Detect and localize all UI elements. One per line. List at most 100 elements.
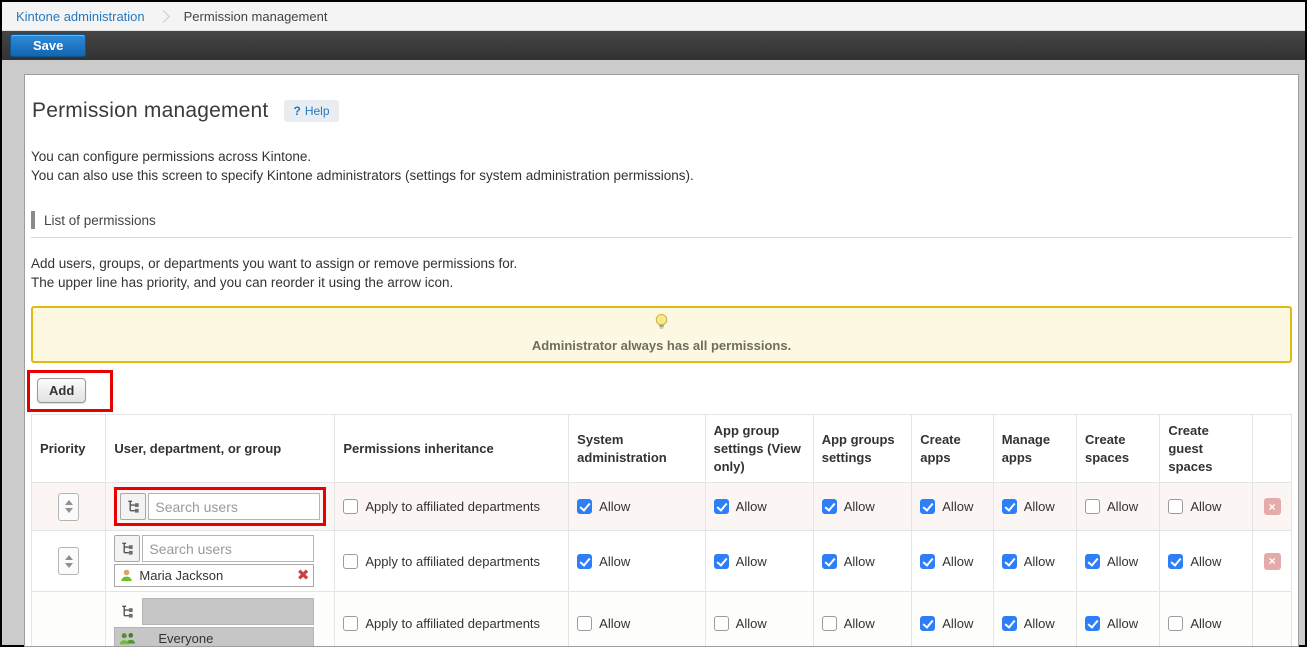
permission-cell: Allow [993, 592, 1076, 647]
permission-cell: Allow [1160, 531, 1253, 592]
priority-cell [32, 531, 106, 592]
allow-checkbox[interactable] [1168, 616, 1183, 631]
priority-cell [32, 592, 106, 647]
allow-checkbox[interactable] [1168, 499, 1183, 514]
allow-label: Allow [1107, 554, 1138, 569]
delete-cell: × [1253, 483, 1292, 531]
allow-checkbox[interactable] [1002, 499, 1017, 514]
instruction-line-2: The upper line has priority, and you can… [31, 273, 1292, 292]
entity-cell [106, 483, 335, 531]
delete-cell: × [1253, 531, 1292, 592]
org-tree-icon[interactable] [120, 493, 146, 520]
help-button[interactable]: ? Help [284, 100, 338, 122]
annotation-red-box-search [114, 487, 326, 526]
entity-cell: Everyone [106, 592, 335, 647]
search-users-input[interactable] [148, 493, 320, 520]
allow-checkbox[interactable] [920, 554, 935, 569]
question-mark-icon: ? [293, 104, 300, 118]
permission-cell: Allow [993, 531, 1076, 592]
allow-label: Allow [942, 499, 973, 514]
inheritance-cell: Apply to affiliated departments [335, 592, 569, 647]
col-app-group-settings-view-only: App group settings (View only) [705, 415, 813, 483]
search-users-input[interactable] [142, 535, 314, 562]
permission-cell: Allow [1077, 592, 1160, 647]
delete-row-button[interactable]: × [1264, 498, 1281, 515]
allow-checkbox[interactable] [577, 499, 592, 514]
apply-affiliated-checkbox[interactable] [343, 499, 358, 514]
apply-affiliated-label: Apply to affiliated departments [365, 554, 540, 569]
allow-checkbox[interactable] [714, 499, 729, 514]
apply-affiliated-checkbox[interactable] [343, 554, 358, 569]
up-down-arrows-icon[interactable] [58, 493, 79, 521]
allow-checkbox[interactable] [714, 616, 729, 631]
permission-cell: Allow [1160, 483, 1253, 531]
allow-label: Allow [599, 554, 630, 569]
permission-cell: Allow [569, 531, 705, 592]
priority-cell [32, 483, 106, 531]
permission-cell: Allow [912, 592, 993, 647]
selected-user-name: Maria Jackson [139, 568, 296, 583]
apply-affiliated-checkbox[interactable] [343, 616, 358, 631]
permissions-table: Priority User, department, or group Perm… [31, 414, 1292, 647]
permission-cell: Allow [569, 592, 705, 647]
org-tree-icon[interactable] [114, 535, 140, 562]
breadcrumb-link-kintone-administration[interactable]: Kintone administration [16, 9, 145, 24]
permission-cell: Allow [813, 592, 912, 647]
allow-label: Allow [844, 499, 875, 514]
table-row: Apply to affiliated departments Allow All… [32, 483, 1292, 531]
allow-label: Allow [942, 616, 973, 631]
add-button[interactable]: Add [37, 378, 86, 403]
allow-checkbox[interactable] [822, 616, 837, 631]
allow-label: Allow [1024, 499, 1055, 514]
allow-label: Allow [736, 499, 767, 514]
col-actions [1253, 415, 1292, 483]
group-avatar-icon [119, 631, 136, 646]
permission-cell: Allow [569, 483, 705, 531]
allow-checkbox[interactable] [920, 616, 935, 631]
col-system-administration: System administration [569, 415, 705, 483]
col-app-groups-settings: App groups settings [813, 415, 912, 483]
allow-checkbox[interactable] [1085, 616, 1100, 631]
allow-label: Allow [942, 554, 973, 569]
allow-checkbox[interactable] [1002, 554, 1017, 569]
help-label: Help [305, 104, 330, 118]
allow-checkbox[interactable] [577, 554, 592, 569]
instructions: Add users, groups, or departments you wa… [31, 254, 1292, 292]
col-create-guest-spaces: Create guest spaces [1160, 415, 1253, 483]
allow-checkbox[interactable] [1002, 616, 1017, 631]
allow-checkbox[interactable] [714, 554, 729, 569]
col-create-spaces: Create spaces [1077, 415, 1160, 483]
permission-cell: Allow [912, 531, 993, 592]
inheritance-cell: Apply to affiliated departments [335, 483, 569, 531]
allow-checkbox[interactable] [822, 499, 837, 514]
allow-checkbox[interactable] [1168, 554, 1183, 569]
chevron-right-icon [157, 10, 170, 23]
allow-label: Allow [1190, 616, 1221, 631]
col-priority: Priority [32, 415, 106, 483]
entity-cell: Maria Jackson ✖ [106, 531, 335, 592]
delete-cell [1253, 592, 1292, 647]
allow-label: Allow [1024, 554, 1055, 569]
org-tree-icon [114, 598, 140, 625]
allow-checkbox[interactable] [1085, 554, 1100, 569]
delete-row-button[interactable]: × [1264, 553, 1281, 570]
save-button[interactable]: Save [10, 34, 86, 57]
allow-checkbox[interactable] [920, 499, 935, 514]
permission-cell: Allow [993, 483, 1076, 531]
description-line-2: You can also use this screen to specify … [31, 166, 1292, 185]
search-users-input-disabled [142, 598, 314, 625]
allow-label: Allow [599, 616, 630, 631]
allow-checkbox[interactable] [577, 616, 592, 631]
everyone-chip: Everyone [114, 627, 314, 647]
notice-text: Administrator always has all permissions… [33, 338, 1290, 353]
notice-banner: Administrator always has all permissions… [31, 306, 1292, 363]
allow-label: Allow [736, 554, 767, 569]
allow-checkbox[interactable] [822, 554, 837, 569]
col-permissions-inheritance: Permissions inheritance [335, 415, 569, 483]
permission-cell: Allow [705, 531, 813, 592]
remove-user-icon[interactable]: ✖ [297, 568, 310, 583]
permission-cell: Allow [813, 483, 912, 531]
up-down-arrows-icon[interactable] [58, 547, 79, 575]
allow-checkbox[interactable] [1085, 499, 1100, 514]
allow-label: Allow [844, 616, 875, 631]
